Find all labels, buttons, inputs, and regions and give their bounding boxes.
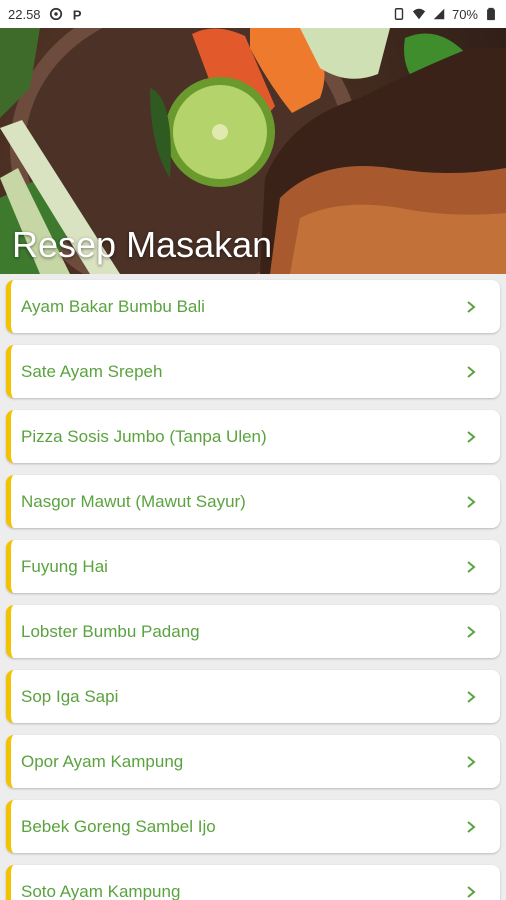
- chevron-right-icon: [467, 755, 476, 768]
- recipe-list-item[interactable]: Sop Iga Sapi: [6, 670, 500, 723]
- recipe-list-item[interactable]: Sate Ayam Srepeh: [6, 345, 500, 398]
- chevron-right-icon: [467, 820, 476, 833]
- battery-icon: [487, 7, 495, 21]
- status-bar: 22.58 P 70%: [0, 0, 506, 28]
- recipe-title: Pizza Sosis Jumbo (Tanpa Ulen): [21, 426, 267, 446]
- recipe-list[interactable]: Ayam Bakar Bumbu Bali Sate Ayam Srepeh P…: [0, 274, 506, 900]
- battery-percent: 70%: [451, 6, 478, 22]
- recipe-title: Soto Ayam Kampung: [21, 881, 181, 900]
- parking-icon: P: [72, 7, 81, 21]
- recipe-list-item[interactable]: Ayam Bakar Bumbu Bali: [6, 280, 500, 333]
- recipe-list-item[interactable]: Fuyung Hai: [6, 540, 500, 593]
- recipe-list-item[interactable]: Nasgor Mawut (Mawut Sayur): [6, 475, 500, 528]
- recipe-list-item[interactable]: Lobster Bumbu Padang: [6, 605, 500, 658]
- chevron-right-icon: [467, 495, 476, 508]
- status-time: 22.58: [8, 6, 41, 22]
- chevron-right-icon: [467, 690, 476, 703]
- header-banner: Resep Masakan: [0, 28, 506, 274]
- recipe-title: Sop Iga Sapi: [21, 686, 119, 706]
- signal-icon: [433, 8, 445, 20]
- vibrate-icon: [394, 8, 404, 20]
- chevron-right-icon: [467, 885, 476, 898]
- recipe-title: Opor Ayam Kampung: [21, 751, 184, 771]
- recipe-title: Nasgor Mawut (Mawut Sayur): [21, 491, 246, 511]
- recipe-list-item[interactable]: Bebek Goreng Sambel Ijo: [6, 800, 500, 853]
- wifi-icon: [412, 8, 426, 20]
- chevron-right-icon: [467, 365, 476, 378]
- recipe-title: Bebek Goreng Sambel Ijo: [21, 816, 216, 836]
- chevron-right-icon: [467, 625, 476, 638]
- recipe-list-item[interactable]: Opor Ayam Kampung: [6, 735, 500, 788]
- app-title: Resep Masakan: [12, 224, 273, 265]
- chevron-right-icon: [467, 560, 476, 573]
- recipe-title: Sate Ayam Srepeh: [21, 361, 163, 381]
- chevron-right-icon: [467, 430, 476, 443]
- recipe-title: Lobster Bumbu Padang: [21, 621, 200, 641]
- recipe-list-item[interactable]: Soto Ayam Kampung: [6, 865, 500, 900]
- svg-text:P: P: [72, 7, 81, 21]
- recipe-title: Fuyung Hai: [21, 556, 108, 576]
- recipe-list-item[interactable]: Pizza Sosis Jumbo (Tanpa Ulen): [6, 410, 500, 463]
- recipe-title: Ayam Bakar Bumbu Bali: [21, 296, 205, 316]
- chevron-right-icon: [467, 300, 476, 313]
- sync-icon: [49, 7, 62, 21]
